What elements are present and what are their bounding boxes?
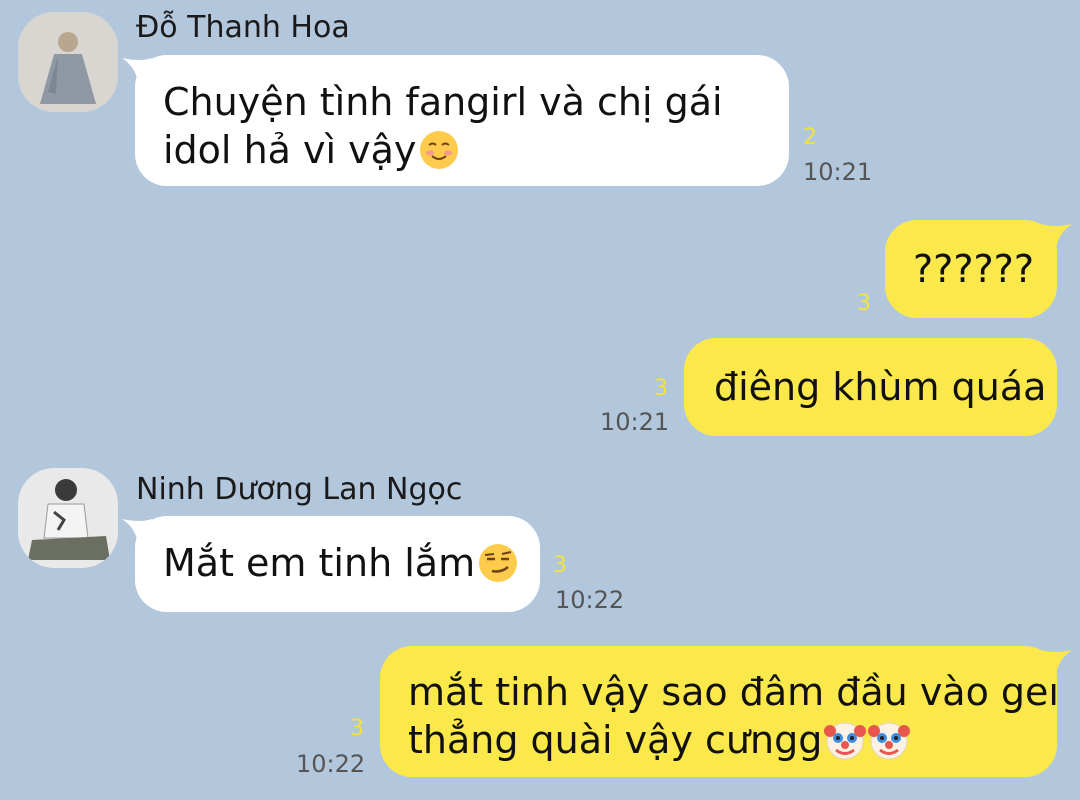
read-count: 3 <box>350 716 364 741</box>
message-text: ?????? <box>913 247 1035 291</box>
message-time: 10:22 <box>296 750 366 778</box>
message-bubble[interactable]: điêng khùm quáa <box>684 338 1057 436</box>
message-text-line: Mắt em tinh lắm <box>163 539 518 587</box>
sender-name: Ninh Dương Lan Ngọc <box>136 472 463 507</box>
message-time: 10:21 <box>600 408 670 436</box>
avatar-do-thanh-hoa[interactable] <box>18 12 118 112</box>
clown-face-icon <box>824 719 867 761</box>
message-bubble[interactable]: Mắt em tinh lắm <box>135 516 540 612</box>
message-bubble[interactable]: mắt tinh vậy sao đâm đầu vào gei thẳng q… <box>380 646 1059 777</box>
avatar-photo <box>18 12 118 112</box>
message-text-line: mắt tinh vậy sao đâm đầu vào gei <box>408 670 1059 714</box>
clown-face-icon <box>868 719 911 761</box>
smiling-face-icon <box>418 129 460 171</box>
bubble-tail <box>1038 224 1072 258</box>
bubble-tail <box>1038 650 1072 684</box>
message-time: 10:22 <box>555 586 625 614</box>
sender-name: Đỗ Thanh Hoa <box>136 10 350 45</box>
avatar-photo <box>18 468 118 568</box>
smirking-face-icon <box>477 542 519 584</box>
message-text-line: Chuyện tình fangirl và chị gái <box>163 80 723 124</box>
read-count: 3 <box>654 376 668 401</box>
message-text-line: thẳng quài vậy cưngg <box>408 716 1029 764</box>
read-count: 2 <box>803 125 817 150</box>
message-bubble[interactable]: Chuyện tình fangirl và chị gái idol hả v… <box>135 55 789 186</box>
read-count: 3 <box>857 291 871 316</box>
message-text: điêng khùm quáa <box>714 365 1047 409</box>
avatar-ninh-duong-lan-ngoc[interactable] <box>18 468 118 568</box>
message-time: 10:21 <box>803 158 873 186</box>
message-text-line: idol hả vì vậy <box>163 126 761 174</box>
read-count: 3 <box>553 553 567 578</box>
